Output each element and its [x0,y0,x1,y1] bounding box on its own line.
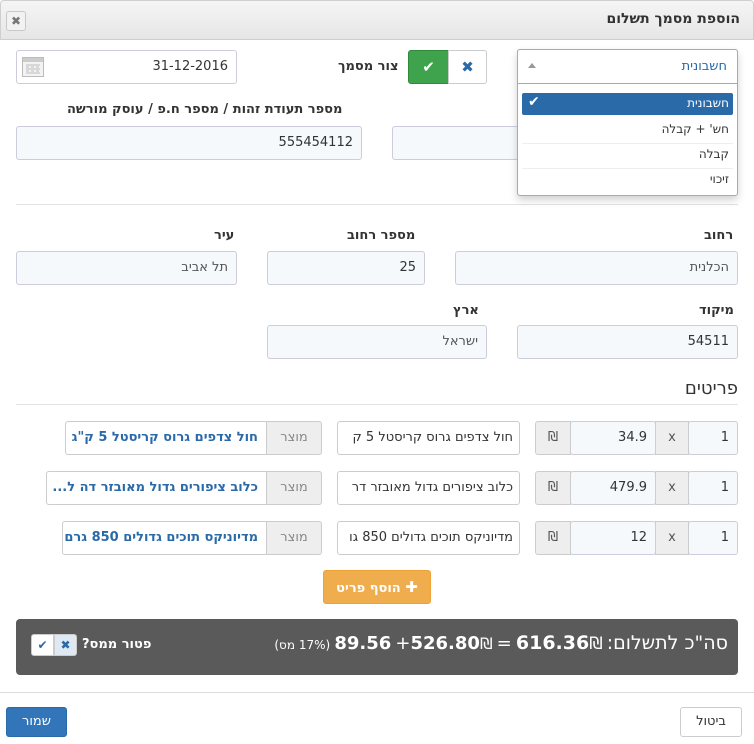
option-label: חשבונית [687,96,729,110]
tax-note: (17% מס) [274,638,331,652]
plus-icon: ✚ [405,578,418,596]
price-value: 479.9 [609,480,647,495]
doc-type-select[interactable]: חשבונית [517,49,738,84]
cancel-button[interactable]: ביטול [680,707,742,737]
times-addon: x [655,421,689,455]
doc-type-option-credit[interactable]: זיכוי [522,172,733,192]
currency-addon: ₪ [535,471,571,505]
item-qty[interactable]: 1 [688,471,738,505]
item-qty[interactable]: 1 [688,421,738,455]
product-addon: מוצר [266,471,322,505]
country-label: ארץ [453,303,479,318]
add-item-button[interactable]: ✚ הוסף פריט [323,570,431,604]
create-doc-no-button[interactable]: ✖ [448,50,487,84]
close-icon[interactable]: ✖ [6,11,26,31]
name-field[interactable] [392,126,532,160]
zip-value: 54511 [687,334,729,349]
product-addon: מוצר [266,521,322,555]
x-icon: ✖ [461,58,474,76]
id-field[interactable]: 555454112 [16,126,362,160]
total-value: 616.36 [515,632,590,654]
price-value: 12 [630,530,647,545]
qty-value: 1 [720,430,729,445]
tax-value: 89.56 [334,633,392,654]
item-description[interactable]: מדיוניקס תוכים גדולים 850 גו [337,521,520,555]
tax-exempt-yes-button[interactable]: ✔ [31,634,54,656]
caret-up-icon [528,63,536,68]
option-divider [522,143,733,144]
date-field[interactable]: 31-12-2016 [16,50,237,84]
id-value: 555454112 [278,135,353,150]
street-number-label: מספר רחוב [347,228,416,243]
zip-label: מיקוד [699,303,734,318]
tax-exempt-no-button[interactable]: ✖ [54,634,77,656]
save-button[interactable]: שמור [6,707,67,737]
times-addon: x [655,471,689,505]
country-value: ישראל [442,334,478,349]
date-value: 31-12-2016 [152,59,228,74]
item-price[interactable]: 34.9 [570,421,656,455]
item-description[interactable]: חול צדפים גרוס קריסטל 5 ק [337,421,520,455]
totals-line: סה"כ לתשלום: 616.36₪ = 526.80₪+ 89.56 (1… [262,632,728,660]
item-row-2: 1 x 479.9 ₪ כלוב ציפורים גדול מאובזר דר … [0,471,754,505]
doc-type-option-receipt[interactable]: קבלה [522,147,733,167]
country-field[interactable]: ישראל [267,325,487,359]
item-description[interactable]: כלוב ציפורים גדול מאובזר דר [337,471,520,505]
street-label: רחוב [704,228,734,243]
tax-exempt-label: פטור ממס? [82,637,152,652]
item-qty[interactable]: 1 [688,521,738,555]
times-addon: x [655,521,689,555]
item-price[interactable]: 12 [570,521,656,555]
city-value: תל אביב [181,260,228,275]
doc-type-selected: חשבונית [681,59,727,74]
total-label: סה"כ לתשלום: [606,632,728,654]
street-number-value: 25 [399,260,416,275]
dialog-title: הוספת מסמך תשלום [606,11,740,27]
product-link[interactable]: מדיוניקס תוכים גדולים 850 גרם [62,521,267,555]
item-price[interactable]: 479.9 [570,471,656,505]
street-field[interactable]: הכלנית [455,251,738,285]
check-icon: ✔ [528,94,540,110]
add-item-label: הוסף פריט [336,581,401,596]
subtotal-currency: ₪ [479,634,493,653]
qty-value: 1 [720,480,729,495]
calendar-icon[interactable] [22,57,44,77]
item-row-3: 1 x 12 ₪ מדיוניקס תוכים גדולים 850 גו מו… [0,521,754,555]
doc-type-option-invoice-receipt[interactable]: חש' + קבלה [522,122,733,142]
item-row-1: 1 x 34.9 ₪ חול צדפים גרוס קריסטל 5 ק מוצ… [0,421,754,455]
currency-addon: ₪ [535,521,571,555]
create-doc-label: צור מסמך [338,59,399,74]
city-label: עיר [214,228,235,243]
items-divider [16,404,738,405]
footer-divider [0,692,754,693]
doc-type-option-invoice[interactable]: ✔ חשבונית [522,93,733,115]
option-divider [522,168,733,169]
create-doc-yes-button[interactable]: ✔ [408,50,449,84]
equals-sign: = [496,633,512,654]
street-number-field[interactable]: 25 [267,251,425,285]
zip-field[interactable]: 54511 [517,325,738,359]
product-link[interactable]: חול צדפים גרוס קריסטל 5 ק"ג [65,421,267,455]
x-icon: ✖ [60,638,71,652]
currency-addon: ₪ [535,421,571,455]
divider [16,204,738,205]
city-field[interactable]: תל אביב [16,251,237,285]
subtotal-value: 526.80 [410,633,480,654]
items-title: פריטים [684,378,738,399]
check-icon: ✔ [37,638,48,652]
total-currency: ₪ [589,634,603,654]
plus-sign: + [395,633,411,654]
price-value: 34.9 [618,430,647,445]
qty-value: 1 [720,530,729,545]
product-link[interactable]: כלוב ציפורים גדול מאובזר דה ל... [46,471,267,505]
id-label: מספר תעודת זהות / מספר ח.פ / עוסק מורשה [67,102,343,117]
street-value: הכלנית [689,260,729,275]
check-icon: ✔ [422,58,435,76]
product-addon: מוצר [266,421,322,455]
